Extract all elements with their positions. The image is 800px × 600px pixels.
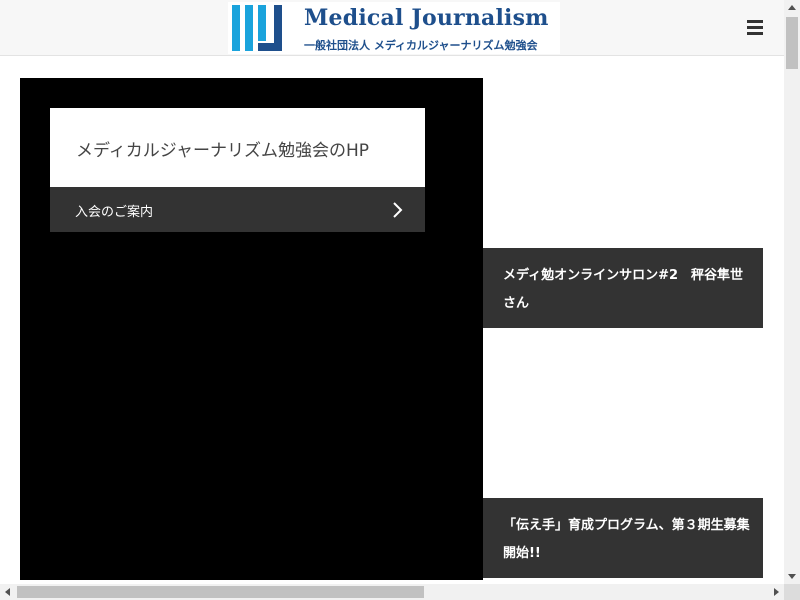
hero-slider: メディカルジャーナリズム勉強会のHP 入会のご案内 bbox=[20, 78, 483, 580]
membership-info-link[interactable]: 入会のご案内 bbox=[50, 187, 425, 232]
scrollbar-corner bbox=[784, 584, 800, 600]
article-title: 「伝え手」育成プログラム、第３期生募集開始!! bbox=[503, 518, 750, 561]
vertical-scroll-thumb[interactable] bbox=[786, 17, 798, 69]
hamburger-menu-icon[interactable] bbox=[745, 19, 765, 37]
site-header: Medical Journalism 一般社団法人 メディカルジャーナリズム勉強… bbox=[0, 0, 784, 56]
article-card[interactable]: メディ勉オンラインサロン#2 秤谷隼世さん bbox=[483, 248, 763, 328]
membership-info-label: 入会のご案内 bbox=[75, 205, 154, 220]
article-title: メディ勉オンラインサロン#2 秤谷隼世さん bbox=[503, 268, 744, 311]
site-logo[interactable]: Medical Journalism 一般社団法人 メディカルジャーナリズム勉強… bbox=[228, 2, 560, 54]
horizontal-scroll-thumb[interactable] bbox=[17, 586, 424, 598]
article-card[interactable]: 「伝え手」育成プログラム、第３期生募集開始!! bbox=[483, 498, 763, 578]
logo-subtitle: 一般社団法人 メディカルジャーナリズム勉強会 bbox=[304, 39, 538, 52]
scroll-left-arrow-icon[interactable] bbox=[0, 584, 16, 600]
scroll-right-arrow-icon[interactable] bbox=[768, 584, 784, 600]
hero-title-card: メディカルジャーナリズム勉強会のHP bbox=[50, 108, 425, 187]
hero-title: メディカルジャーナリズム勉強会のHP bbox=[76, 141, 369, 161]
vertical-scrollbar[interactable] bbox=[784, 0, 800, 584]
horizontal-scrollbar[interactable] bbox=[0, 584, 784, 600]
scroll-down-arrow-icon[interactable] bbox=[784, 568, 800, 584]
logo-mark-icon bbox=[232, 5, 282, 51]
chevron-right-icon bbox=[393, 202, 403, 218]
logo-title: Medical Journalism bbox=[304, 5, 549, 31]
scroll-up-arrow-icon[interactable] bbox=[784, 0, 800, 16]
